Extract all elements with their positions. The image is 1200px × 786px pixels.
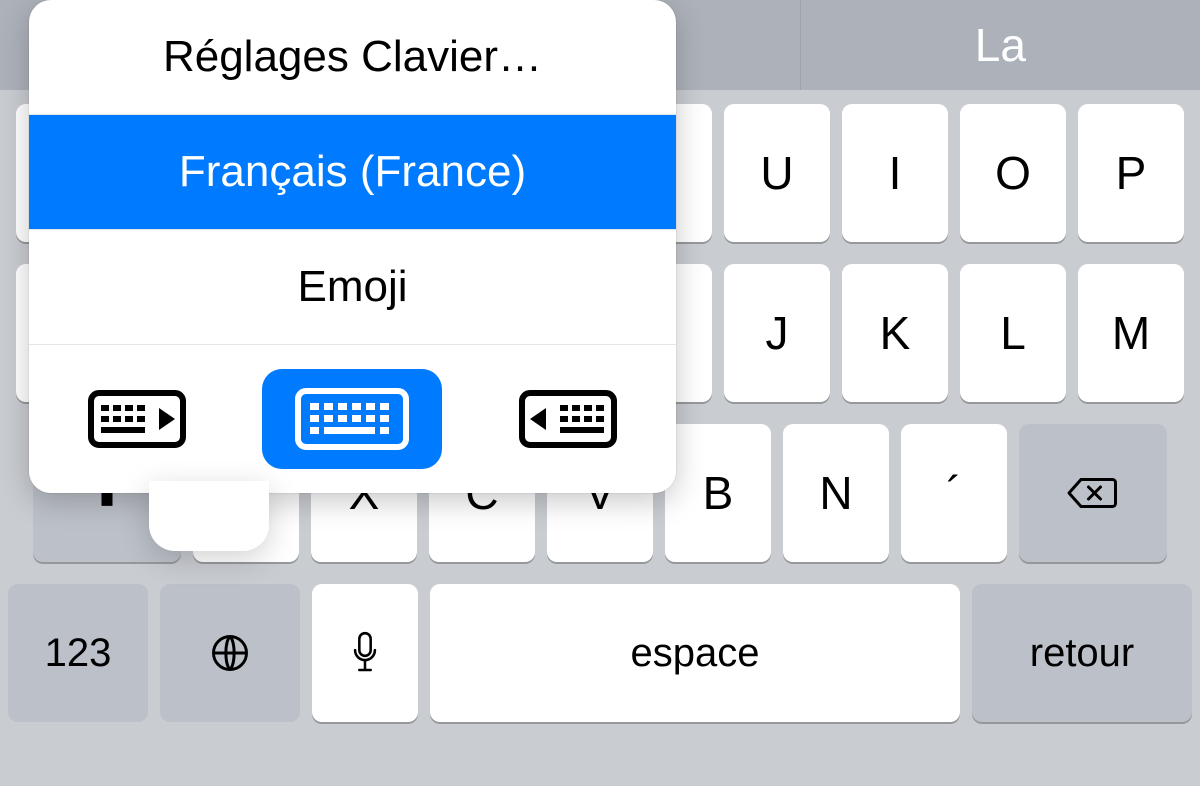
suggestion-item[interactable]: La [800,0,1200,90]
key-k[interactable]: K [842,264,948,402]
key-u[interactable]: U [724,104,830,242]
keyboard-dock-row [29,345,676,493]
numbers-key[interactable]: 123 [8,584,148,722]
space-key[interactable]: espace [430,584,960,722]
space-key-label: espace [631,631,760,676]
keyboard-language-label: Français (France) [179,147,526,197]
globe-icon [208,631,252,675]
return-key[interactable]: retour [972,584,1192,722]
key-n[interactable]: N [783,424,889,562]
key-p[interactable]: P [1078,104,1184,242]
keyboard-settings-item[interactable]: Réglages Clavier… [29,0,676,115]
key-j[interactable]: J [724,264,830,402]
key-accent[interactable]: ´ [901,424,1007,562]
numbers-key-label: 123 [45,631,112,676]
backspace-key[interactable] [1019,424,1167,562]
keyboard-switcher-popover: Réglages Clavier… Français (France) Emoj… [29,0,676,493]
key-i[interactable]: I [842,104,948,242]
return-key-label: retour [1030,631,1135,676]
globe-key[interactable] [160,584,300,722]
keyboard-language-item[interactable]: Emoji [29,230,676,345]
key-m[interactable]: M [1078,264,1184,402]
keyboard-dock-left-icon [87,387,187,451]
dock-left-button[interactable] [47,369,227,469]
keyboard-row-4: 123 espace retour [8,584,1192,722]
undock-button[interactable] [262,369,442,469]
dictation-key[interactable] [312,584,418,722]
key-l[interactable]: L [960,264,1066,402]
key-b[interactable]: B [665,424,771,562]
microphone-icon [348,629,382,677]
keyboard-settings-label: Réglages Clavier… [163,32,542,82]
backspace-icon [1066,473,1120,513]
popover-tail [149,481,269,551]
keyboard-undock-icon [292,383,412,455]
keyboard-dock-right-icon [518,387,618,451]
keyboard-language-item[interactable]: Français (France) [29,115,676,230]
key-o[interactable]: O [960,104,1066,242]
dock-right-button[interactable] [478,369,658,469]
keyboard-language-label: Emoji [297,262,407,312]
